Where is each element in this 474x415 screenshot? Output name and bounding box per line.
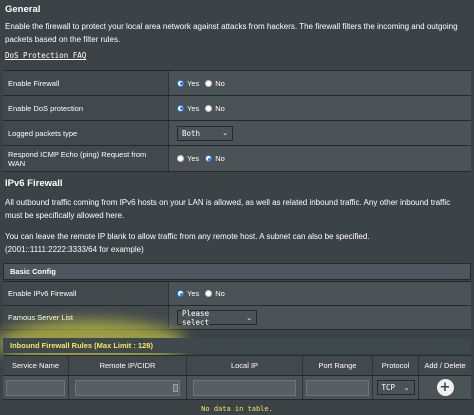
service-name-input[interactable] <box>6 379 65 396</box>
enable-ipv6-firewall-row: Enable IPv6 Firewall Yes No <box>3 282 471 306</box>
add-rule-button[interactable]: + <box>436 379 454 396</box>
logged-packets-row: Logged packets type Both ⌄ <box>3 121 471 146</box>
list-picker-icon[interactable] <box>173 384 178 392</box>
dos-protection-faq-link[interactable]: DoS Protection FAQ <box>5 51 86 60</box>
basic-config-header: Basic Config <box>3 263 471 280</box>
plus-circle-icon: + <box>439 380 451 395</box>
enable-dos-no-radio[interactable]: No <box>205 104 225 113</box>
col-remote-ip: Remote IP/CIDR <box>69 356 187 375</box>
col-protocol: Protocol <box>373 356 419 375</box>
chevron-down-icon: ⌄ <box>222 129 228 137</box>
icmp-echo-yes-radio[interactable]: Yes <box>177 154 199 163</box>
inbound-rules-column-headers: Service Name Remote IP/CIDR Local IP Por… <box>3 355 471 376</box>
port-range-input[interactable] <box>306 379 369 396</box>
ipv6-note-example: (2001::1111:2222:3333/64 for example) <box>5 245 144 254</box>
icmp-echo-label: Respond ICMP Echo (ping) Request from WA… <box>3 146 169 171</box>
local-ip-input[interactable] <box>192 379 297 396</box>
ipv6-description: All outbound traffic coming from IPv6 ho… <box>5 198 451 220</box>
inbound-rules-header: Inbound Firewall Rules (Max Limit : 128) <box>3 338 471 353</box>
icmp-echo-no-radio[interactable]: No <box>205 154 225 163</box>
general-title: General <box>5 4 41 15</box>
inbound-rule-input-row: TCP ⌄ + <box>3 376 471 400</box>
logged-packets-label: Logged packets type <box>3 121 169 145</box>
col-add-delete: Add / Delete <box>424 361 466 370</box>
enable-firewall-label: Enable Firewall <box>3 71 169 95</box>
famous-server-list-select[interactable]: Please select ⌄ <box>177 309 257 327</box>
enable-firewall-row: Enable Firewall Yes No <box>3 71 471 96</box>
protocol-select[interactable]: TCP ⌄ <box>376 380 415 395</box>
ipv6-note-remote-ip: You can leave the remote IP blank to all… <box>5 232 370 241</box>
enable-dos-row: Enable DoS protection Yes No <box>3 96 471 121</box>
enable-ipv6-firewall-no-radio[interactable]: No <box>205 289 225 298</box>
col-local-ip: Local IP <box>187 356 303 375</box>
ipv6-firewall-title: IPv6 Firewall <box>5 178 63 189</box>
enable-firewall-no-radio[interactable]: No <box>205 79 225 88</box>
enable-dos-label: Enable DoS protection <box>3 96 169 120</box>
enable-ipv6-firewall-label: Enable IPv6 Firewall <box>3 282 169 305</box>
general-settings-table: Enable Firewall Yes No Enable DoS protec… <box>3 70 471 172</box>
inbound-rules-title: Inbound Firewall Rules (Max Limit : 128) <box>10 341 153 350</box>
general-description: Enable the firewall to protect your loca… <box>5 22 458 44</box>
icmp-echo-row: Respond ICMP Echo (ping) Request from WA… <box>3 146 471 172</box>
enable-firewall-yes-radio[interactable]: Yes <box>177 79 199 88</box>
no-data-message: No data in table. <box>201 405 273 413</box>
enable-ipv6-firewall-yes-radio[interactable]: Yes <box>177 289 199 298</box>
logged-packets-select[interactable]: Both ⌄ <box>177 125 233 141</box>
enable-dos-yes-radio[interactable]: Yes <box>177 104 199 113</box>
remote-ip-input[interactable] <box>74 379 181 396</box>
chevron-down-icon: ⌄ <box>403 383 410 392</box>
basic-config-title: Basic Config <box>10 267 56 276</box>
chevron-down-icon: ⌄ <box>246 313 252 322</box>
col-port-range: Port Range <box>303 356 373 375</box>
col-service-name: Service Name <box>3 356 69 375</box>
